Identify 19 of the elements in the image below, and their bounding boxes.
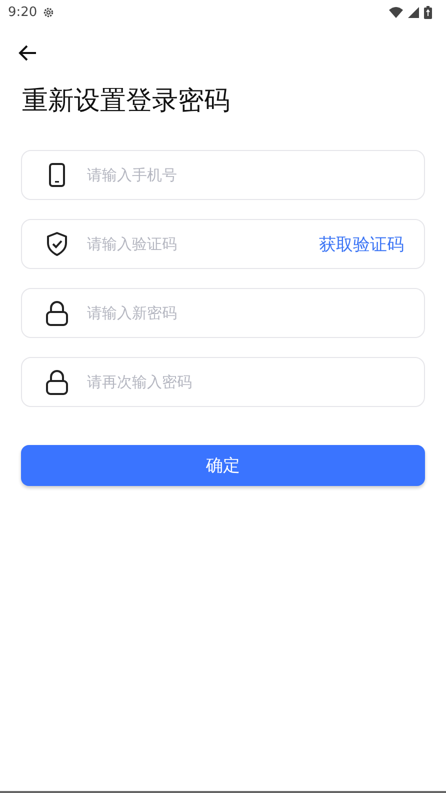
confirm-button[interactable]: 确定 <box>21 445 425 486</box>
lock-icon <box>44 300 70 326</box>
text-input[interactable]: 请输入验证码 <box>85 234 319 254</box>
input-field[interactable]: 请再次输入密码 <box>21 357 425 407</box>
page-title: 重新设置登录密码 <box>22 85 231 117</box>
signal-icon <box>408 6 419 18</box>
get-code-link[interactable]: 获取验证码 <box>319 232 404 256</box>
text-input[interactable]: 请输入手机号 <box>85 165 404 185</box>
text-input[interactable]: 请输入新密码 <box>85 303 404 323</box>
battery-icon <box>424 6 432 18</box>
input-field[interactable]: 请输入手机号 <box>21 150 425 200</box>
input-field[interactable]: 请输入验证码 获取验证码 <box>21 219 425 269</box>
wifi-icon <box>389 6 403 18</box>
text-input[interactable]: 请再次输入密码 <box>85 372 404 392</box>
lock-icon <box>44 369 70 395</box>
shield-check-icon <box>44 232 70 256</box>
input-field[interactable]: 请输入新密码 <box>21 288 425 338</box>
status-time: 9:20 <box>8 4 38 20</box>
settings-icon <box>42 6 56 18</box>
